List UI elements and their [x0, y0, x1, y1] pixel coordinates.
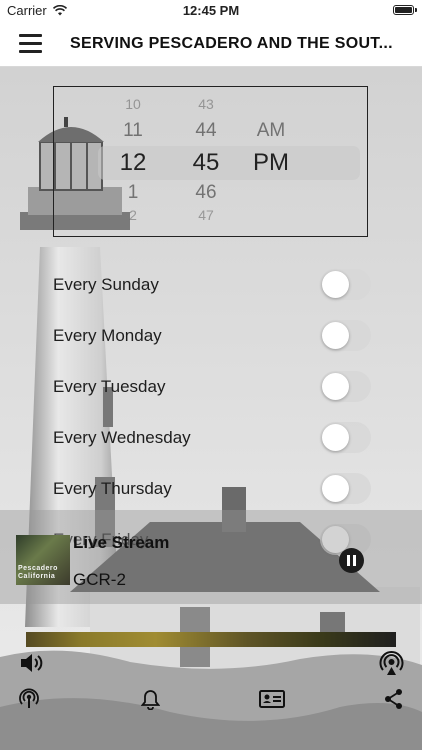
schedule-label: Every Wednesday [53, 428, 191, 447]
hour-option[interactable]: 10 [113, 96, 153, 112]
toggle-knob [322, 424, 349, 451]
schedule-label: Every Thursday [53, 479, 172, 498]
battery-icon [393, 5, 414, 15]
hamburger-icon[interactable] [19, 32, 42, 54]
stream-subtitle: GCR-2 [73, 570, 126, 589]
pause-icon[interactable] [339, 548, 364, 573]
toggle-knob [322, 373, 349, 400]
page-title: SERVING PESCADERO AND THE SOUT... [70, 35, 393, 52]
bell-icon[interactable] [141, 689, 160, 710]
thursday-toggle[interactable] [320, 473, 371, 504]
share-icon[interactable] [383, 688, 404, 710]
now-playing-bar[interactable]: Pescadero California Live Stream GCR-2 [0, 510, 422, 604]
toggle-knob [322, 322, 349, 349]
schedule-label: Every Monday [53, 326, 162, 345]
progress-bar[interactable] [26, 632, 396, 647]
period-option-selected[interactable]: PM [251, 149, 291, 177]
schedule-row-sunday: Every Sunday [0, 266, 422, 304]
schedule-row-thursday: Every Thursday [0, 470, 422, 508]
minute-option[interactable]: 46 [186, 182, 226, 204]
hour-option[interactable]: 1 [113, 182, 153, 204]
podcast-icon[interactable] [18, 687, 40, 709]
contact-card-icon[interactable] [259, 689, 285, 709]
time-picker[interactable]: 10 11 12 1 2 43 44 45 46 47 AM PM [53, 86, 368, 237]
sunday-toggle[interactable] [320, 269, 371, 300]
airplay-icon[interactable] [378, 650, 405, 677]
period-option[interactable]: AM [251, 120, 291, 142]
schedule-row-tuesday: Every Tuesday [0, 368, 422, 406]
schedule-label: Every Tuesday [53, 377, 166, 396]
status-time: 12:45 PM [182, 3, 240, 18]
monday-toggle[interactable] [320, 320, 371, 351]
navigation-bar: SERVING PESCADERO AND THE SOUT... [0, 22, 422, 67]
hour-option[interactable]: 2 [113, 207, 153, 223]
minute-option[interactable]: 44 [186, 120, 226, 142]
volume-icon[interactable] [19, 651, 45, 675]
schedule-row-monday: Every Monday [0, 317, 422, 355]
station-artwork: Pescadero California [16, 535, 70, 585]
stream-title: Live Stream [73, 533, 170, 552]
tuesday-toggle[interactable] [320, 371, 371, 402]
status-bar: Carrier 12:45 PM [0, 0, 422, 22]
minute-option[interactable]: 43 [186, 96, 226, 112]
toggle-knob [322, 475, 349, 502]
minute-option[interactable]: 47 [186, 207, 226, 223]
artwork-text: Pescadero California [18, 565, 58, 580]
hour-option-selected[interactable]: 12 [113, 149, 153, 177]
toggle-knob [322, 271, 349, 298]
minute-option-selected[interactable]: 45 [186, 149, 226, 177]
wednesday-toggle[interactable] [320, 422, 371, 453]
schedule-label: Every Sunday [53, 275, 159, 294]
hour-option[interactable]: 11 [113, 120, 153, 142]
schedule-row-wednesday: Every Wednesday [0, 419, 422, 457]
